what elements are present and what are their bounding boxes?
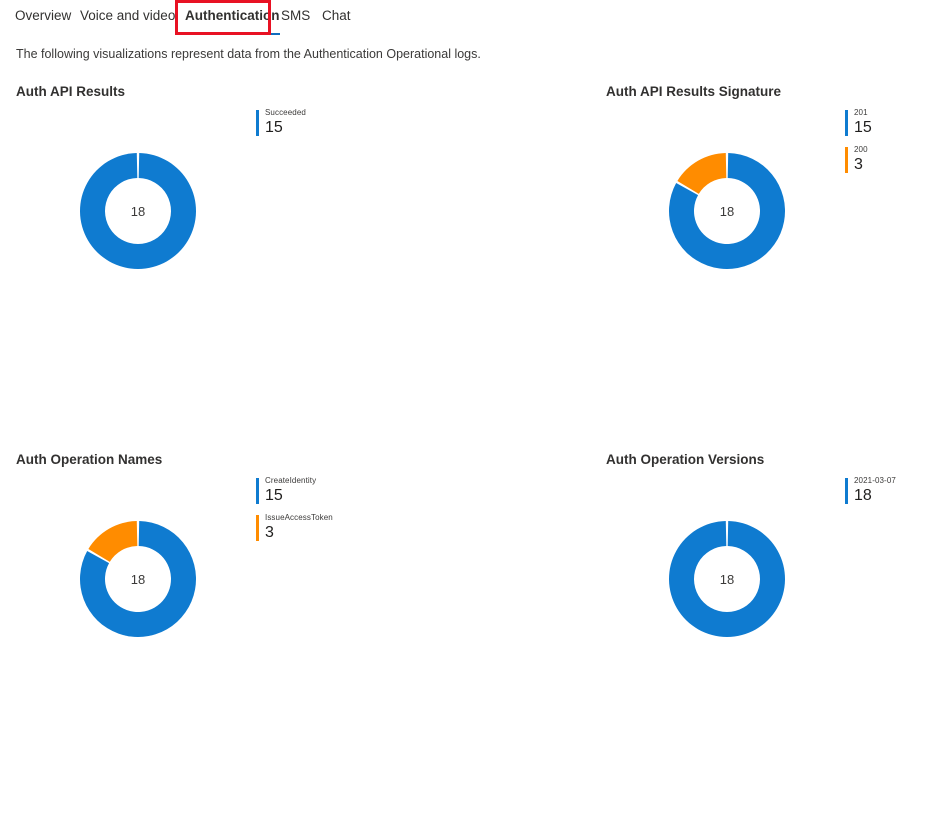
chart-legend: CreateIdentity 15 IssueAccessToken 3 xyxy=(256,476,333,550)
legend-value: 15 xyxy=(265,487,283,504)
tab-authentication[interactable]: Authentication xyxy=(185,7,280,35)
donut-segment[interactable] xyxy=(669,521,785,637)
donut-segment[interactable] xyxy=(80,153,196,269)
tab-label: Chat xyxy=(322,8,351,23)
donut-svg xyxy=(80,521,196,637)
tab-label: Overview xyxy=(15,8,72,23)
legend-label: IssueAccessToken xyxy=(265,513,333,522)
legend-value: 15 xyxy=(854,119,872,136)
legend-label: 201 xyxy=(854,108,868,117)
page-description: The following visualizations represent d… xyxy=(16,47,481,61)
legend-label: 200 xyxy=(854,145,868,154)
legend-color-swatch xyxy=(845,478,848,504)
legend-label: 2021-03-07 xyxy=(854,476,896,485)
tab-active-underline xyxy=(185,32,280,35)
tab-bar: Overview Voice and video Authentication SMS… xyxy=(0,0,936,36)
chart-title: Auth API Results xyxy=(16,84,126,99)
donut-chart[interactable]: 18 xyxy=(80,153,196,269)
legend-color-swatch xyxy=(256,110,259,136)
legend-value: 18 xyxy=(854,487,872,504)
legend-item[interactable]: 2021-03-07 18 xyxy=(845,476,896,506)
tab-label: Voice and video xyxy=(80,8,176,23)
tab-label: SMS xyxy=(281,8,311,23)
chart-legend: 201 15 200 3 xyxy=(845,108,872,182)
tab-overview[interactable]: Overview xyxy=(15,7,71,25)
legend-color-swatch xyxy=(845,147,848,173)
legend-item[interactable]: IssueAccessToken 3 xyxy=(256,513,333,543)
legend-value: 3 xyxy=(265,524,274,541)
legend-color-swatch xyxy=(256,478,259,504)
chart-title: Auth Operation Versions xyxy=(606,452,765,467)
legend-value: 15 xyxy=(265,119,283,136)
legend-value: 3 xyxy=(854,156,863,173)
chart-panel: Auth Operation Names 18 CreateIdentity 15 Is… xyxy=(0,452,468,820)
chart-legend: Succeeded 15 xyxy=(256,108,306,145)
chart-panel: Auth API Results Signature 18 201 15 200 3 xyxy=(590,84,936,452)
legend-item[interactable]: 200 3 xyxy=(845,145,872,175)
legend-label: CreateIdentity xyxy=(265,476,317,485)
tab-chat[interactable]: Chat xyxy=(322,7,351,25)
legend-label: Succeeded xyxy=(265,108,306,117)
donut-chart[interactable]: 18 xyxy=(80,521,196,637)
donut-chart[interactable]: 18 xyxy=(669,153,785,269)
chart-title: Auth Operation Names xyxy=(16,452,163,467)
donut-chart[interactable]: 18 xyxy=(669,521,785,637)
donut-svg xyxy=(80,153,196,269)
legend-item[interactable]: Succeeded 15 xyxy=(256,108,306,138)
donut-svg xyxy=(669,153,785,269)
donut-svg xyxy=(669,521,785,637)
legend-item[interactable]: 201 15 xyxy=(845,108,872,138)
legend-color-swatch xyxy=(256,515,259,541)
legend-item[interactable]: CreateIdentity 15 xyxy=(256,476,333,506)
legend-color-swatch xyxy=(845,110,848,136)
chart-legend: 2021-03-07 18 xyxy=(845,476,896,513)
tab-label: Authentication xyxy=(185,8,280,23)
chart-panel: Auth API Results 18 Succeeded 15 xyxy=(0,84,468,452)
tab-voice-and-video[interactable]: Voice and video xyxy=(80,7,175,25)
tab-sms[interactable]: SMS xyxy=(281,7,310,25)
chart-panel: Auth Operation Versions 18 2021-03-07 18 xyxy=(590,452,936,820)
chart-title: Auth API Results Signature xyxy=(606,84,782,99)
